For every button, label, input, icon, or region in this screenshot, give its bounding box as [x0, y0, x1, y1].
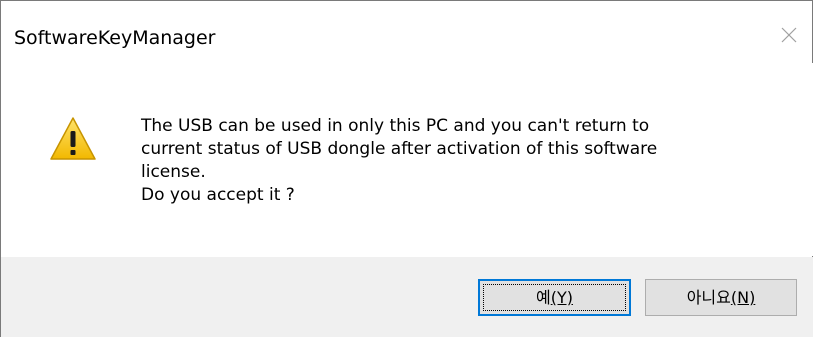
message-line: current status of USB dongle after activ… [141, 139, 658, 159]
button-bar: 예(Y) 아니요(N) [1, 257, 813, 337]
message-dialog: SoftwareKeyManager The USB can be used i… [0, 0, 813, 337]
yes-mnemonic: (Y) [550, 288, 573, 307]
yes-button[interactable]: 예(Y) [478, 279, 631, 316]
message-text: The USB can be used in only this PC and … [141, 115, 657, 207]
message-line: Do you accept it ? [141, 185, 295, 205]
window-title: SoftwareKeyManager [14, 27, 216, 49]
dialog-content: The USB can be used in only this PC and … [1, 63, 813, 256]
no-label-text: 아니요 [686, 288, 731, 307]
close-icon [781, 27, 797, 43]
no-button-label: 아니요(N) [687, 288, 756, 307]
close-button[interactable] [767, 15, 813, 55]
title-bar[interactable]: SoftwareKeyManager [1, 1, 813, 63]
message-line: license. [141, 162, 206, 182]
message-line: The USB can be used in only this PC and … [141, 116, 650, 136]
yes-label-text: 예 [536, 288, 551, 307]
no-mnemonic: (N) [730, 288, 756, 307]
yes-button-label: 예(Y) [536, 288, 573, 307]
warning-icon [49, 115, 97, 163]
no-button[interactable]: 아니요(N) [645, 279, 797, 316]
